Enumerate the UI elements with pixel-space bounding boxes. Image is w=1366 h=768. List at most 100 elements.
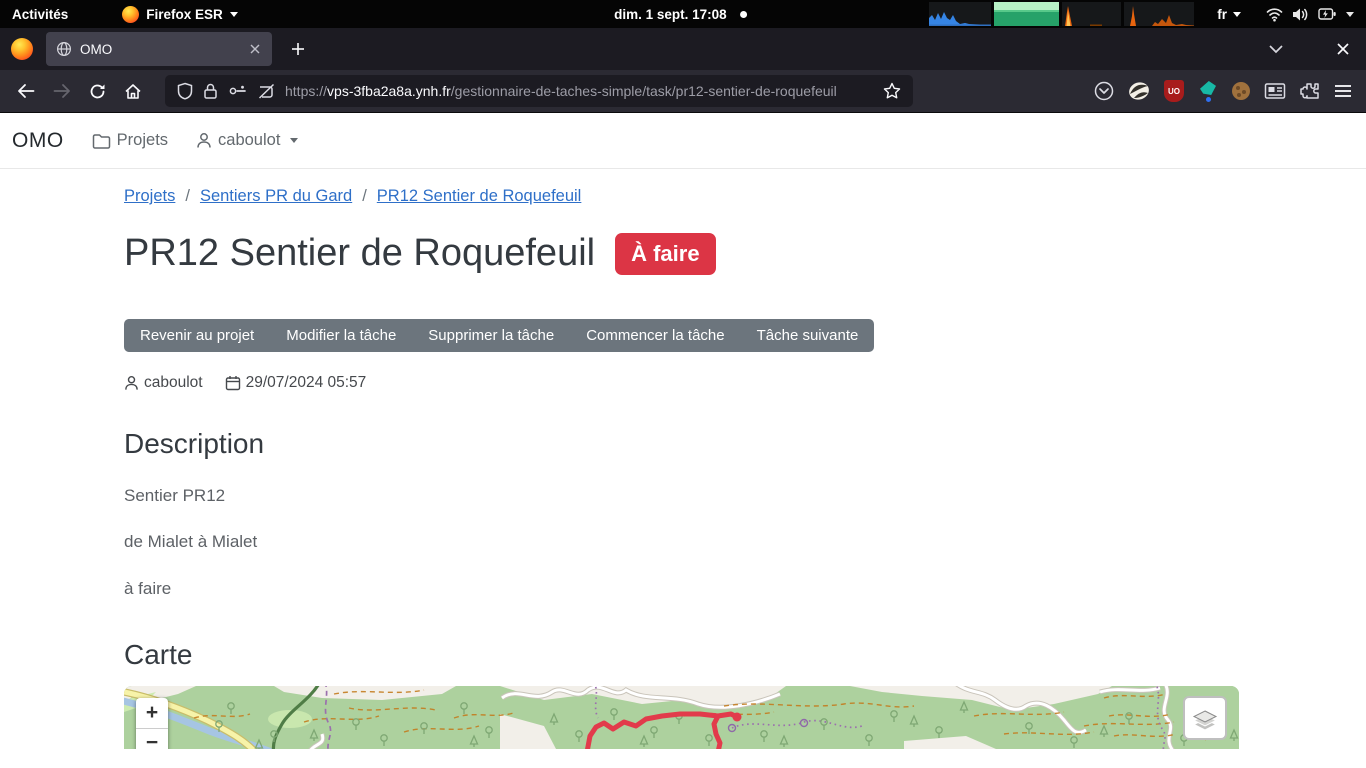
chevron-down-icon (1346, 12, 1354, 17)
globe-icon (56, 41, 72, 57)
status-badge: À faire (615, 233, 715, 275)
breadcrumb-separator: / (185, 187, 190, 206)
extensions-puzzle-icon[interactable] (1300, 81, 1320, 101)
tabbar-right (1268, 42, 1366, 56)
chevron-down-icon (230, 12, 238, 17)
url-protocol: https:// (285, 83, 327, 99)
url-host: vps-3fba2a8a.ynh.fr (327, 83, 451, 99)
title-row: PR12 Sentier de Roquefeuil À faire (124, 232, 1239, 275)
breadcrumb: Projets / Sentiers PR du Gard / PR12 Sen… (124, 187, 1239, 206)
back-button[interactable] (8, 83, 44, 99)
tracking-protection-shield-icon[interactable] (177, 82, 193, 100)
task-meta: caboulot 29/07/2024 05:57 (124, 374, 1239, 392)
start-task-button[interactable]: Commencer la tâche (570, 319, 740, 352)
extension-icon[interactable] (1198, 80, 1218, 102)
lock-icon[interactable] (203, 82, 218, 100)
network-graph-icon (1124, 2, 1194, 26)
bookmark-star-icon[interactable] (883, 82, 901, 100)
app-menu[interactable]: Firefox ESR (122, 6, 238, 23)
page-content: OMO Projets caboulot Projets / Sentiers … (0, 113, 1366, 749)
layers-icon (1192, 705, 1218, 731)
description-section: Description Sentier PR12 de Mialet à Mia… (124, 428, 1239, 599)
url-path: /gestionnaire-de-taches-simple/task/pr12… (451, 83, 837, 99)
tab-title: OMO (80, 42, 112, 57)
leaflet-map[interactable]: + − (124, 686, 1239, 749)
map-zoom-control: + − (136, 698, 168, 749)
disk-graph-icon (1062, 2, 1121, 26)
main-container: Projets / Sentiers PR du Gard / PR12 Sen… (124, 187, 1239, 749)
zoom-out-button[interactable]: − (136, 728, 168, 749)
cookie-extension-icon[interactable] (1232, 82, 1250, 100)
gnome-top-bar: Activités Firefox ESR dim. 1 sept. 17:08 (0, 0, 1366, 28)
permissions-toggle-icon[interactable] (228, 84, 247, 98)
breadcrumb-project[interactable]: Sentiers PR du Gard (200, 187, 352, 206)
home-button[interactable] (115, 83, 151, 100)
breadcrumb-projets[interactable]: Projets (124, 187, 175, 206)
notification-dot (740, 11, 747, 18)
description-paragraph: de Mialet à Mialet (124, 531, 1239, 552)
date-meta: 29/07/2024 05:57 (225, 374, 367, 392)
hamburger-menu-icon[interactable] (1334, 84, 1352, 98)
new-tab-button[interactable] (286, 37, 310, 61)
battery-charging-icon (1318, 7, 1337, 21)
breadcrumb-separator: / (362, 187, 367, 206)
browser-tab[interactable]: OMO (46, 32, 272, 66)
map-heading: Carte (124, 639, 1239, 671)
delete-task-button[interactable]: Supprimer la tâche (412, 319, 570, 352)
map-layers-control[interactable] (1183, 696, 1227, 740)
nav-projects-label: Projets (117, 131, 168, 150)
breadcrumb-task[interactable]: PR12 Sentier de Roquefeuil (377, 187, 582, 206)
cpu-graph-icon (929, 2, 991, 26)
site-navbar: OMO Projets caboulot (0, 113, 1366, 169)
chevron-down-icon (1233, 12, 1241, 17)
clock-label: dim. 1 sept. 17:08 (614, 7, 727, 22)
next-task-button[interactable]: Tâche suivante (741, 319, 875, 352)
url-bar[interactable]: https://vps-3fba2a8a.ynh.fr/gestionnaire… (165, 75, 913, 107)
map-tiles (124, 686, 1239, 749)
ublock-origin-icon[interactable]: UO (1164, 80, 1184, 102)
blocked-autoplay-icon[interactable] (257, 83, 275, 99)
user-menu-label: caboulot (218, 131, 280, 150)
toolbar-extensions: UO (1094, 80, 1366, 102)
browser-tab-bar: OMO (0, 28, 1366, 70)
memory-graph-icon (994, 2, 1059, 26)
wifi-icon (1266, 7, 1283, 22)
chevron-down-icon (290, 138, 298, 143)
window-close-button[interactable] (1336, 42, 1350, 56)
firefox-icon (122, 6, 139, 23)
edit-task-button[interactable]: Modifier la tâche (270, 319, 412, 352)
date-label: 29/07/2024 05:57 (246, 374, 367, 392)
reader-card-icon[interactable] (1264, 82, 1286, 100)
system-status-menu[interactable] (1266, 7, 1354, 22)
activities-button[interactable]: Activités (12, 7, 68, 22)
url-text: https://vps-3fba2a8a.ynh.fr/gestionnaire… (285, 83, 873, 99)
topbar-right: fr (929, 2, 1366, 26)
browser-nav-toolbar: https://vps-3fba2a8a.ynh.fr/gestionnaire… (0, 70, 1366, 113)
person-icon (124, 375, 139, 391)
page-title: PR12 Sentier de Roquefeuil (124, 232, 595, 275)
reload-button[interactable] (80, 83, 115, 100)
zoom-in-button[interactable]: + (136, 698, 168, 728)
volume-icon (1292, 7, 1309, 22)
app-menu-label: Firefox ESR (146, 7, 223, 22)
screen: Activités Firefox ESR dim. 1 sept. 17:08 (0, 0, 1366, 768)
site-brand[interactable]: OMO (12, 129, 64, 153)
folder-icon (92, 133, 111, 149)
firefox-logo-icon (11, 38, 33, 60)
pocket-icon[interactable] (1094, 81, 1114, 101)
clock-menu[interactable]: dim. 1 sept. 17:08 (614, 0, 747, 28)
tab-close-button[interactable] (246, 40, 264, 58)
author-label: caboulot (144, 374, 203, 392)
back-to-project-button[interactable]: Revenir au projet (124, 319, 270, 352)
keyboard-layout-menu[interactable]: fr (1217, 7, 1241, 22)
forward-button[interactable] (44, 83, 80, 99)
person-icon (196, 132, 212, 149)
calendar-icon (225, 375, 241, 391)
description-paragraph: Sentier PR12 (124, 485, 1239, 506)
list-all-tabs-button[interactable] (1268, 44, 1284, 54)
privacy-badger-icon[interactable] (1128, 81, 1150, 101)
author-meta: caboulot (124, 374, 203, 392)
system-monitor-applet[interactable] (929, 2, 1194, 26)
user-menu[interactable]: caboulot (196, 131, 298, 150)
nav-projects-link[interactable]: Projets (92, 131, 168, 150)
